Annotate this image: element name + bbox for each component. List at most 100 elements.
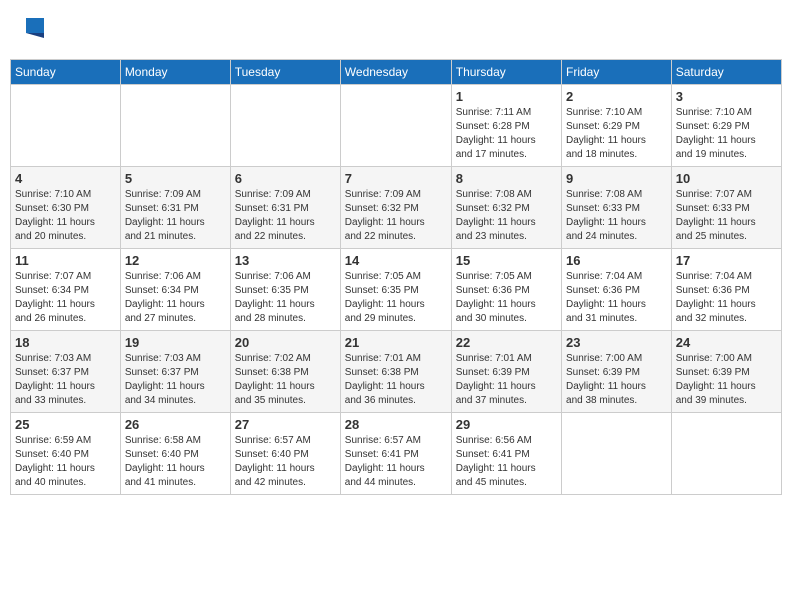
day-cell: 12 Sunrise: 7:06 AM Sunset: 6:34 PM Dayli… — [120, 249, 230, 331]
day-cell: 29 Sunrise: 6:56 AM Sunset: 6:41 PM Dayli… — [451, 413, 561, 495]
day-number: 24 — [676, 335, 777, 350]
day-info: Sunrise: 7:07 AM Sunset: 6:34 PM Dayligh… — [15, 270, 116, 326]
logo — [14, 18, 46, 43]
day-number: 1 — [456, 89, 557, 104]
day-cell: 28 Sunrise: 6:57 AM Sunset: 6:41 PM Dayli… — [340, 413, 451, 495]
day-info: Sunrise: 7:10 AM Sunset: 6:29 PM Dayligh… — [676, 106, 777, 162]
calendar-header-row: SundayMondayTuesdayWednesdayThursdayFrid… — [11, 60, 782, 85]
week-row-2: 4 Sunrise: 7:10 AM Sunset: 6:30 PM Daylig… — [11, 167, 782, 249]
day-cell: 21 Sunrise: 7:01 AM Sunset: 6:38 PM Dayli… — [340, 331, 451, 413]
col-header-tuesday: Tuesday — [230, 60, 340, 85]
day-info: Sunrise: 7:03 AM Sunset: 6:37 PM Dayligh… — [125, 352, 226, 408]
day-number: 27 — [235, 417, 336, 432]
day-number: 26 — [125, 417, 226, 432]
day-info: Sunrise: 6:56 AM Sunset: 6:41 PM Dayligh… — [456, 434, 557, 490]
day-info: Sunrise: 7:08 AM Sunset: 6:32 PM Dayligh… — [456, 188, 557, 244]
day-cell — [120, 85, 230, 167]
day-info: Sunrise: 7:00 AM Sunset: 6:39 PM Dayligh… — [566, 352, 667, 408]
day-number: 5 — [125, 171, 226, 186]
week-row-3: 11Sunrise: 7:07 AM Sunset: 6:34 PM Dayli… — [11, 249, 782, 331]
day-number: 19 — [125, 335, 226, 350]
col-header-monday: Monday — [120, 60, 230, 85]
col-header-saturday: Saturday — [671, 60, 781, 85]
day-cell: 26 Sunrise: 6:58 AM Sunset: 6:40 PM Dayli… — [120, 413, 230, 495]
day-info: Sunrise: 7:08 AM Sunset: 6:33 PM Dayligh… — [566, 188, 667, 244]
day-info: Sunrise: 6:59 AM Sunset: 6:40 PM Dayligh… — [15, 434, 116, 490]
day-cell: 13 Sunrise: 7:06 AM Sunset: 6:35 PM Dayli… — [230, 249, 340, 331]
week-row-5: 25 Sunrise: 6:59 AM Sunset: 6:40 PM Dayli… — [11, 413, 782, 495]
day-cell: 3 Sunrise: 7:10 AM Sunset: 6:29 PM Daylig… — [671, 85, 781, 167]
day-cell: 23 Sunrise: 7:00 AM Sunset: 6:39 PM Dayli… — [562, 331, 672, 413]
day-info: Sunrise: 7:04 AM Sunset: 6:36 PM Dayligh… — [566, 270, 667, 326]
day-info: Sunrise: 7:01 AM Sunset: 6:38 PM Dayligh… — [345, 352, 447, 408]
logo-icon — [16, 13, 46, 43]
day-cell: 1 Sunrise: 7:11 AM Sunset: 6:28 PM Daylig… — [451, 85, 561, 167]
day-number: 13 — [235, 253, 336, 268]
day-cell: 24 Sunrise: 7:00 AM Sunset: 6:39 PM Dayli… — [671, 331, 781, 413]
day-number: 10 — [676, 171, 777, 186]
day-cell: 5 Sunrise: 7:09 AM Sunset: 6:31 PM Daylig… — [120, 167, 230, 249]
day-number: 21 — [345, 335, 447, 350]
day-cell — [230, 85, 340, 167]
day-cell: 8Sunrise: 7:08 AM Sunset: 6:32 PM Daylig… — [451, 167, 561, 249]
day-cell — [11, 85, 121, 167]
day-number: 29 — [456, 417, 557, 432]
day-info: Sunrise: 7:04 AM Sunset: 6:36 PM Dayligh… — [676, 270, 777, 326]
day-info: Sunrise: 7:10 AM Sunset: 6:30 PM Dayligh… — [15, 188, 116, 244]
day-cell: 15 Sunrise: 7:05 AM Sunset: 6:36 PM Dayli… — [451, 249, 561, 331]
day-info: Sunrise: 7:00 AM Sunset: 6:39 PM Dayligh… — [676, 352, 777, 408]
day-number: 14 — [345, 253, 447, 268]
day-number: 6 — [235, 171, 336, 186]
day-number: 25 — [15, 417, 116, 432]
day-cell: 25 Sunrise: 6:59 AM Sunset: 6:40 PM Dayli… — [11, 413, 121, 495]
day-cell — [340, 85, 451, 167]
day-cell: 20 Sunrise: 7:02 AM Sunset: 6:38 PM Dayli… — [230, 331, 340, 413]
day-info: Sunrise: 7:01 AM Sunset: 6:39 PM Dayligh… — [456, 352, 557, 408]
day-cell: 9Sunrise: 7:08 AM Sunset: 6:33 PM Daylig… — [562, 167, 672, 249]
day-info: Sunrise: 7:06 AM Sunset: 6:34 PM Dayligh… — [125, 270, 226, 326]
day-number: 4 — [15, 171, 116, 186]
day-number: 28 — [345, 417, 447, 432]
day-info: Sunrise: 7:09 AM Sunset: 6:32 PM Dayligh… — [345, 188, 447, 244]
day-cell: 7 Sunrise: 7:09 AM Sunset: 6:32 PM Daylig… — [340, 167, 451, 249]
week-row-4: 18 Sunrise: 7:03 AM Sunset: 6:37 PM Dayli… — [11, 331, 782, 413]
day-number: 23 — [566, 335, 667, 350]
col-header-thursday: Thursday — [451, 60, 561, 85]
day-cell: 2 Sunrise: 7:10 AM Sunset: 6:29 PM Daylig… — [562, 85, 672, 167]
day-info: Sunrise: 6:57 AM Sunset: 6:40 PM Dayligh… — [235, 434, 336, 490]
col-header-sunday: Sunday — [11, 60, 121, 85]
day-number: 7 — [345, 171, 447, 186]
day-info: Sunrise: 7:02 AM Sunset: 6:38 PM Dayligh… — [235, 352, 336, 408]
calendar-table: SundayMondayTuesdayWednesdayThursdayFrid… — [10, 59, 782, 495]
day-cell: 4 Sunrise: 7:10 AM Sunset: 6:30 PM Daylig… — [11, 167, 121, 249]
day-cell: 17Sunrise: 7:04 AM Sunset: 6:36 PM Dayli… — [671, 249, 781, 331]
day-number: 15 — [456, 253, 557, 268]
day-info: Sunrise: 7:03 AM Sunset: 6:37 PM Dayligh… — [15, 352, 116, 408]
day-number: 18 — [15, 335, 116, 350]
day-info: Sunrise: 7:06 AM Sunset: 6:35 PM Dayligh… — [235, 270, 336, 326]
week-row-1: 1 Sunrise: 7:11 AM Sunset: 6:28 PM Daylig… — [11, 85, 782, 167]
day-cell: 10Sunrise: 7:07 AM Sunset: 6:33 PM Dayli… — [671, 167, 781, 249]
day-number: 16 — [566, 253, 667, 268]
day-cell — [562, 413, 672, 495]
day-cell: 16 Sunrise: 7:04 AM Sunset: 6:36 PM Dayli… — [562, 249, 672, 331]
day-info: Sunrise: 7:11 AM Sunset: 6:28 PM Dayligh… — [456, 106, 557, 162]
day-cell: 11Sunrise: 7:07 AM Sunset: 6:34 PM Dayli… — [11, 249, 121, 331]
day-cell — [671, 413, 781, 495]
day-number: 2 — [566, 89, 667, 104]
day-info: Sunrise: 7:05 AM Sunset: 6:35 PM Dayligh… — [345, 270, 447, 326]
day-cell: 6 Sunrise: 7:09 AM Sunset: 6:31 PM Daylig… — [230, 167, 340, 249]
day-info: Sunrise: 6:58 AM Sunset: 6:40 PM Dayligh… — [125, 434, 226, 490]
day-number: 3 — [676, 89, 777, 104]
day-info: Sunrise: 6:57 AM Sunset: 6:41 PM Dayligh… — [345, 434, 447, 490]
day-number: 12 — [125, 253, 226, 268]
day-cell: 14 Sunrise: 7:05 AM Sunset: 6:35 PM Dayli… — [340, 249, 451, 331]
day-info: Sunrise: 7:09 AM Sunset: 6:31 PM Dayligh… — [125, 188, 226, 244]
day-info: Sunrise: 7:09 AM Sunset: 6:31 PM Dayligh… — [235, 188, 336, 244]
day-number: 20 — [235, 335, 336, 350]
col-header-friday: Friday — [562, 60, 672, 85]
day-cell: 22Sunrise: 7:01 AM Sunset: 6:39 PM Dayli… — [451, 331, 561, 413]
day-info: Sunrise: 7:10 AM Sunset: 6:29 PM Dayligh… — [566, 106, 667, 162]
day-cell: 19 Sunrise: 7:03 AM Sunset: 6:37 PM Dayli… — [120, 331, 230, 413]
day-info: Sunrise: 7:05 AM Sunset: 6:36 PM Dayligh… — [456, 270, 557, 326]
